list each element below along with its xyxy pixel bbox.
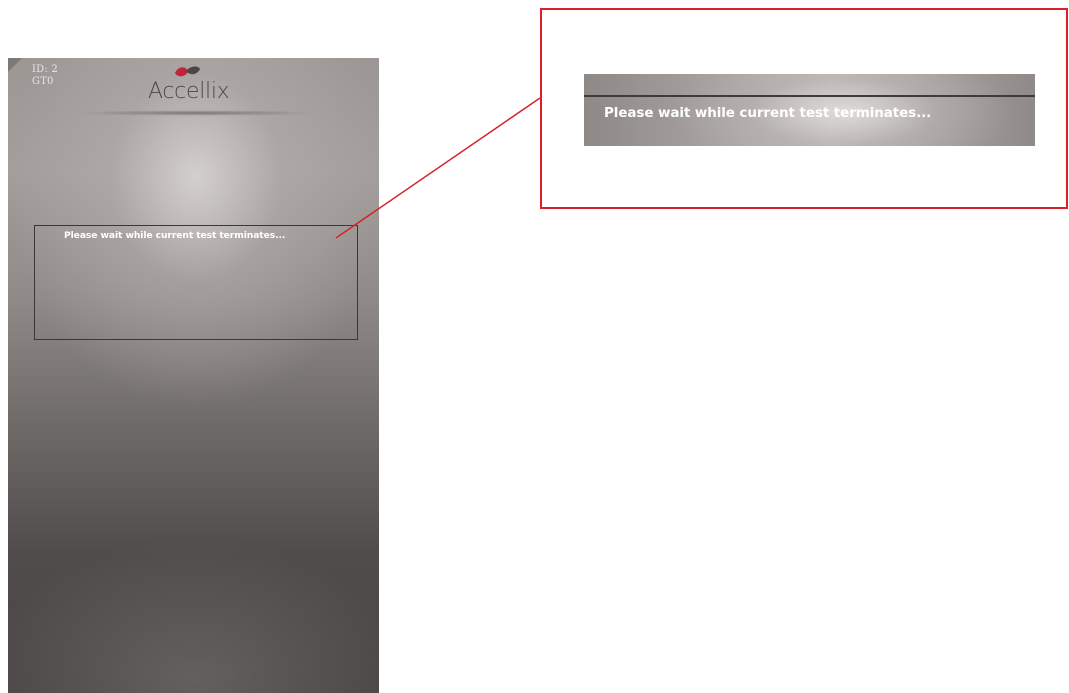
status-message: Please wait while current test terminate… [64,230,286,241]
device-code-label: GT0 [32,76,54,87]
corner-tab [8,58,22,72]
device-id-label: ID: 2 [32,64,58,75]
header-divider [78,110,314,116]
zoom-status-message: Please wait while current test terminate… [604,105,932,121]
device-id-block: ID: 2 GT0 [32,64,58,88]
device-screen: ID: 2 GT0 Accellix Please wait while cur… [8,58,379,693]
zoom-callout-frame: Please wait while current test terminate… [540,8,1068,209]
accellix-logo: Accellix [146,63,256,107]
zoom-divider [584,95,1035,97]
zoom-callout-strip: Please wait while current test terminate… [584,74,1035,146]
brand-name: Accellix [148,79,230,104]
status-message-box: Please wait while current test terminate… [34,225,358,340]
accellix-drop-icon [175,66,200,77]
